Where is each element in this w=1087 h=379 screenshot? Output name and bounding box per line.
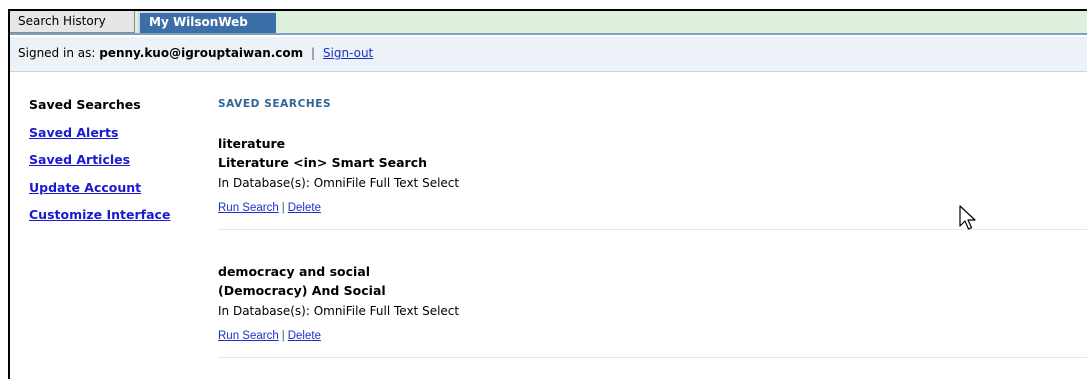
action-separator: |: [281, 330, 285, 342]
sidebar-item-saved-alerts[interactable]: Saved Alerts: [29, 125, 209, 153]
signin-separator: |: [311, 46, 316, 60]
signin-bar: Signed in as: penny.kuo@igrouptaiwan.com…: [10, 37, 1087, 72]
app-frame: Search History My WilsonWeb Signed in as…: [8, 9, 1087, 379]
saved-search-database: In Database(s): OmniFile Full Text Selec…: [218, 304, 460, 318]
tab-my-wilsonweb[interactable]: My WilsonWeb: [138, 11, 276, 33]
saved-search-name: democracy and social: [218, 264, 371, 279]
entry-divider: [218, 357, 1087, 358]
sidebar-item-saved-searches: Saved Searches: [29, 97, 141, 112]
saved-search-actions: Run Search | Delete: [218, 200, 1087, 220]
sign-out-link[interactable]: Sign-out: [323, 46, 373, 60]
run-search-link[interactable]: Run Search: [218, 202, 279, 214]
saved-search-query: Literature <in> Smart Search: [218, 155, 427, 170]
saved-search-actions: Run Search | Delete: [218, 328, 1087, 348]
tab-search-history[interactable]: Search History: [10, 11, 135, 33]
saved-search-database: In Database(s): OmniFile Full Text Selec…: [218, 176, 460, 190]
tab-bar: Search History My WilsonWeb: [10, 11, 1087, 35]
saved-searches-panel: SAVED SEARCHES literature Literature <in…: [218, 97, 1087, 379]
delete-link[interactable]: Delete: [288, 202, 321, 214]
mouse-pointer-icon: [959, 205, 976, 230]
sidebar-item-update-account[interactable]: Update Account: [29, 180, 209, 208]
saved-search-name: literature: [218, 136, 286, 151]
run-search-link[interactable]: Run Search: [218, 330, 279, 342]
saved-search-entry: democracy and social (Democracy) And Soc…: [218, 263, 1087, 379]
signin-prefix: Signed in as:: [18, 46, 96, 60]
saved-search-query: (Democracy) And Social: [218, 283, 386, 298]
action-separator: |: [281, 202, 285, 214]
sidebar-item-customize-interface[interactable]: Customize Interface: [29, 207, 209, 235]
signin-email: penny.kuo@igrouptaiwan.com: [99, 46, 304, 60]
sidebar: Saved Searches Saved Alerts Saved Articl…: [29, 97, 209, 235]
delete-link[interactable]: Delete: [288, 330, 321, 342]
page-title: SAVED SEARCHES: [218, 98, 332, 110]
entry-divider: [218, 229, 1087, 230]
saved-search-entry: literature Literature <in> Smart Search …: [218, 135, 1087, 255]
sidebar-item-saved-articles[interactable]: Saved Articles: [29, 152, 209, 180]
